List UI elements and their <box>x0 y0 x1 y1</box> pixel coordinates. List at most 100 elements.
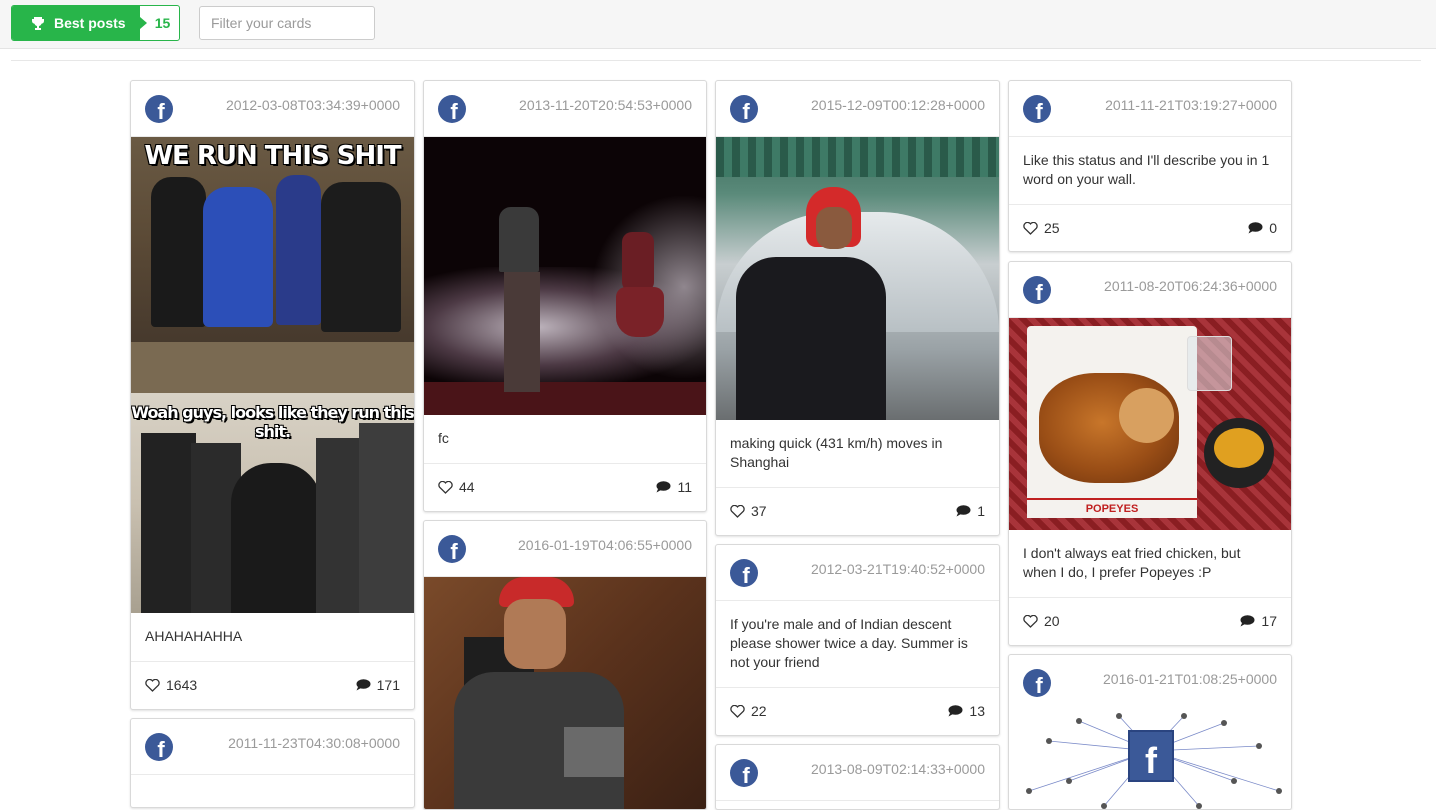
trophy-icon <box>32 17 44 30</box>
heart-icon <box>1023 614 1038 628</box>
facebook-icon: f <box>730 559 758 587</box>
card-footer: 22 13 <box>716 688 999 735</box>
post-date: 2011-11-21T03:19:27+0000 <box>1105 97 1277 113</box>
card-footer: 25 0 <box>1009 205 1291 251</box>
facebook-icon: f <box>1023 276 1051 304</box>
post-card[interactable]: f 2011-11-23T04:30:08+0000 <box>130 718 415 808</box>
top-toolbar: Best posts 15 <box>0 0 1436 49</box>
post-card[interactable]: f 2013-08-09T02:14:33+0000 <box>715 744 1000 810</box>
post-card[interactable]: f 2015-12-09T00:12:28+0000 making quick … <box>715 80 1000 536</box>
post-date: 2013-11-20T20:54:53+0000 <box>519 97 692 113</box>
post-card[interactable]: f 2012-03-21T19:40:52+0000 If you're mal… <box>715 544 1000 736</box>
post-date: 2016-01-19T04:06:55+0000 <box>518 537 692 553</box>
popeyes-label: POPEYES <box>1027 498 1197 518</box>
post-card[interactable]: f 2016-01-19T04:06:55+0000 <box>423 520 707 810</box>
post-card[interactable]: f 2011-11-21T03:19:27+0000 Like this sta… <box>1008 80 1292 252</box>
comments-count: 13 <box>969 703 985 719</box>
comments[interactable]: 0 <box>1248 220 1277 236</box>
facebook-icon: f <box>145 733 173 761</box>
comments-count: 1 <box>977 503 985 519</box>
likes[interactable]: 44 <box>438 479 475 495</box>
comment-icon <box>1240 615 1255 627</box>
comment-icon <box>948 705 963 717</box>
post-card[interactable]: f 2013-11-20T20:54:53+0000 fc 44 11 <box>423 80 707 512</box>
post-image[interactable]: f <box>1009 711 1291 809</box>
best-posts-button[interactable]: Best posts 15 <box>11 5 180 41</box>
card-footer: 37 1 <box>716 488 999 535</box>
card-header: f 2013-08-09T02:14:33+0000 <box>716 745 999 801</box>
comment-icon <box>356 679 371 691</box>
card-header: f 2011-11-21T03:19:27+0000 <box>1009 81 1291 137</box>
post-text: fc <box>424 415 706 464</box>
post-image[interactable]: WE RUN THIS SHIT Woah guys, looks like t… <box>131 137 414 613</box>
facebook-icon: f <box>1023 669 1051 697</box>
post-date: 2011-08-20T06:24:36+0000 <box>1104 278 1277 294</box>
facebook-icon: f <box>438 95 466 123</box>
post-image[interactable]: POPEYES <box>1009 318 1291 530</box>
heart-icon <box>730 504 745 518</box>
post-card[interactable]: f 2016-01-21T01:08:25+0000 f <box>1008 654 1292 810</box>
card-header: f 2012-03-21T19:40:52+0000 <box>716 545 999 601</box>
likes-count: 44 <box>459 479 475 495</box>
heart-icon <box>145 678 160 692</box>
comments-count: 11 <box>677 479 692 495</box>
comments-count: 0 <box>1269 220 1277 236</box>
post-card[interactable]: f 2012-03-08T03:34:39+0000 WE RUN THIS S… <box>130 80 415 710</box>
comments[interactable]: 1 <box>956 503 985 519</box>
meme-top-panel: WE RUN THIS SHIT <box>131 137 414 393</box>
likes-count: 1643 <box>166 677 198 693</box>
post-image[interactable] <box>424 577 706 809</box>
comments-count: 171 <box>376 677 400 693</box>
heart-icon <box>1023 221 1038 235</box>
filter-cards-input[interactable] <box>199 6 375 40</box>
meme-caption-middle: Woah guys, looks like they run this shit… <box>131 403 414 441</box>
heart-icon <box>438 480 453 494</box>
divider <box>11 60 1421 61</box>
svg-text:f: f <box>1145 740 1158 781</box>
post-date: 2016-01-21T01:08:25+0000 <box>1103 671 1277 687</box>
comments[interactable]: 17 <box>1240 613 1277 629</box>
post-card[interactable]: f 2011-08-20T06:24:36+0000 POPEYES I don… <box>1008 261 1292 646</box>
card-header: f 2016-01-21T01:08:25+0000 <box>1009 655 1291 711</box>
card-footer: 44 11 <box>424 464 706 511</box>
facebook-icon: f <box>730 95 758 123</box>
card-header: f 2013-11-20T20:54:53+0000 <box>424 81 706 137</box>
likes[interactable]: 22 <box>730 703 767 719</box>
post-text: Like this status and I'll describe you i… <box>1009 137 1291 205</box>
post-text: making quick (431 km/h) moves in Shangha… <box>716 420 999 488</box>
post-date: 2012-03-08T03:34:39+0000 <box>226 97 400 113</box>
card-header: f 2011-08-20T06:24:36+0000 <box>1009 262 1291 318</box>
post-text: If you're male and of Indian descent ple… <box>716 601 999 688</box>
facebook-icon: f <box>145 95 173 123</box>
comments[interactable]: 11 <box>656 479 692 495</box>
likes-count: 37 <box>751 503 767 519</box>
likes[interactable]: 37 <box>730 503 767 519</box>
comments[interactable]: 171 <box>356 677 400 693</box>
post-date: 2011-11-23T04:30:08+0000 <box>228 735 400 751</box>
post-date: 2012-03-21T19:40:52+0000 <box>811 561 985 577</box>
likes-count: 20 <box>1044 613 1060 629</box>
meme-caption-top: WE RUN THIS SHIT <box>144 141 401 171</box>
best-posts-label-area: Best posts <box>12 6 147 40</box>
heart-icon <box>730 704 745 718</box>
best-posts-label: Best posts <box>54 15 126 31</box>
post-text: I don't always eat fried chicken, but wh… <box>1009 530 1291 598</box>
comment-icon <box>956 505 971 517</box>
likes[interactable]: 20 <box>1023 613 1060 629</box>
meme-bottom-panel: Woah guys, looks like they run this shit… <box>131 393 414 613</box>
post-image[interactable] <box>716 137 999 420</box>
post-date: 2013-08-09T02:14:33+0000 <box>811 761 985 777</box>
card-header: f 2015-12-09T00:12:28+0000 <box>716 81 999 137</box>
facebook-icon: f <box>730 759 758 787</box>
comments[interactable]: 13 <box>948 703 985 719</box>
card-footer: 1643 171 <box>131 662 414 709</box>
likes[interactable]: 1643 <box>145 677 197 693</box>
comment-icon <box>656 481 671 493</box>
likes[interactable]: 25 <box>1023 220 1060 236</box>
likes-count: 25 <box>1044 220 1060 236</box>
post-image[interactable] <box>424 137 706 415</box>
comments-count: 17 <box>1261 613 1277 629</box>
card-footer: 20 17 <box>1009 598 1291 645</box>
card-header: f 2012-03-08T03:34:39+0000 <box>131 81 414 137</box>
post-text: AHAHAHAHHA <box>131 613 414 662</box>
